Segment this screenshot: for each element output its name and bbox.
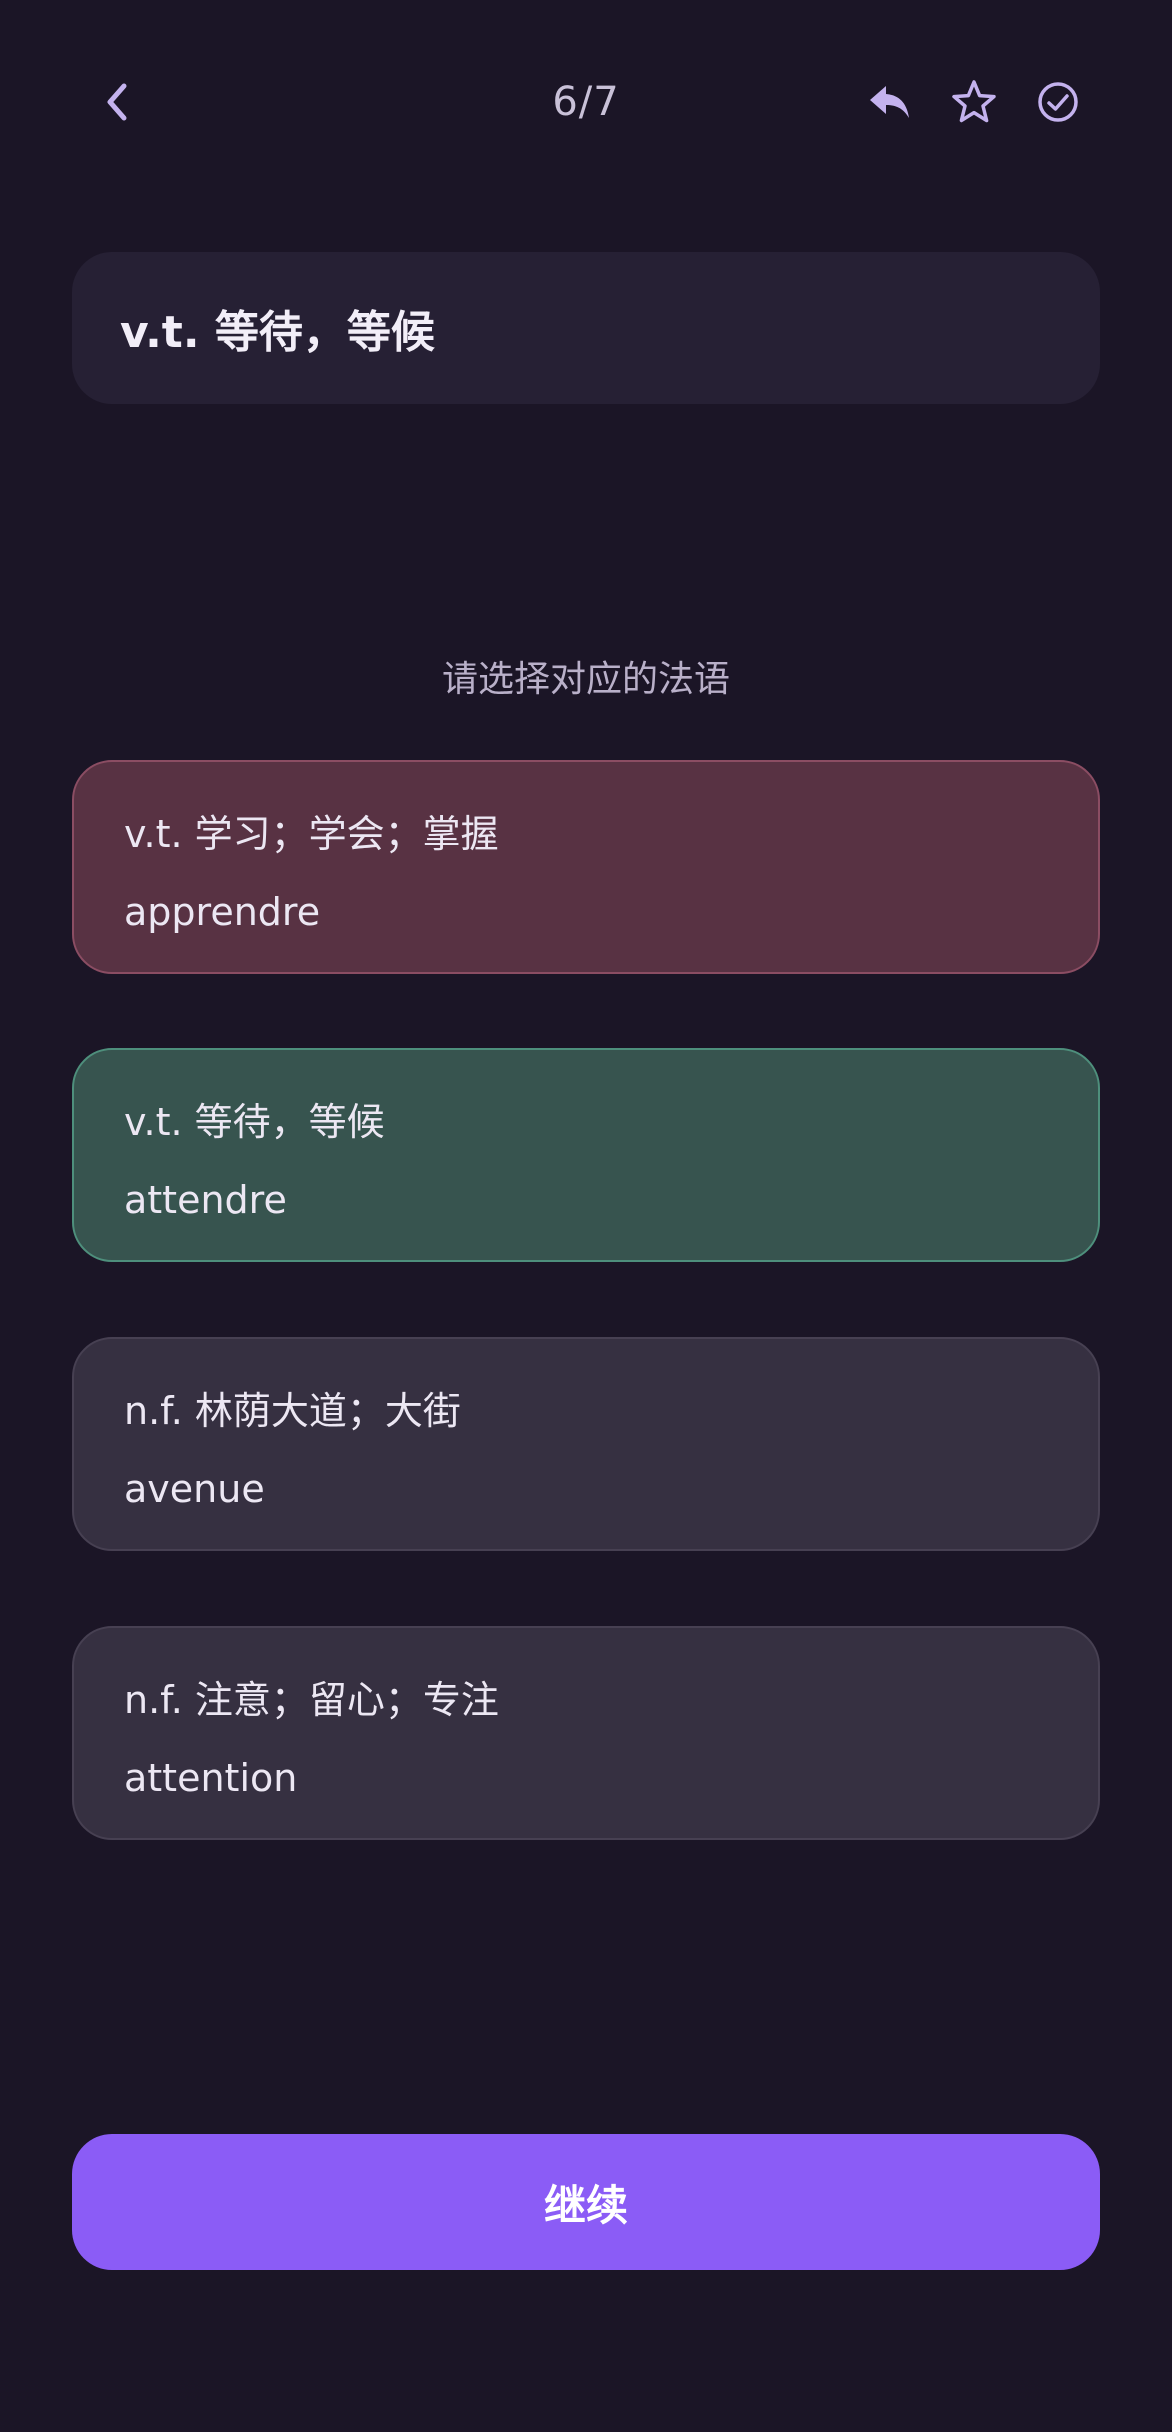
instruction-text: 请选择对应的法语 — [441, 659, 730, 700]
reply-button[interactable] — [860, 72, 920, 132]
prompt-text: v.t. 等待，等候 — [120, 307, 435, 358]
prompt-card: v.t. 等待，等候 — [72, 252, 1100, 404]
option-word: avenue — [124, 1467, 265, 1511]
mark-known-button[interactable] — [1028, 72, 1088, 132]
progress-counter: 6/7 — [552, 79, 620, 125]
star-icon — [952, 80, 996, 123]
option-correct[interactable]: v.t. 等待，等候 attendre — [72, 1048, 1100, 1262]
option-meaning: v.t. 等待，等候 — [124, 1100, 385, 1144]
option-item[interactable]: n.f. 注意；留心；专注 attention — [72, 1626, 1100, 1840]
option-word: apprendre — [124, 890, 321, 934]
option-meaning: n.f. 林荫大道；大街 — [124, 1389, 461, 1433]
option-item[interactable]: n.f. 林荫大道；大街 avenue — [72, 1337, 1100, 1551]
option-wrong[interactable]: v.t. 学习；学会；掌握 apprendre — [72, 760, 1100, 974]
chevron-left-icon — [107, 83, 127, 121]
reply-icon — [870, 86, 909, 118]
back-button[interactable] — [92, 72, 142, 132]
top-bar: 6/7 — [0, 0, 1172, 205]
check-circle-icon — [1038, 82, 1078, 122]
favorite-button[interactable] — [944, 72, 1004, 132]
option-word: attendre — [124, 1178, 287, 1222]
option-meaning: v.t. 学习；学会；掌握 — [124, 812, 499, 856]
option-meaning: n.f. 注意；留心；专注 — [124, 1678, 499, 1722]
continue-button[interactable]: 继续 — [72, 2134, 1100, 2270]
option-word: attention — [124, 1756, 298, 1800]
